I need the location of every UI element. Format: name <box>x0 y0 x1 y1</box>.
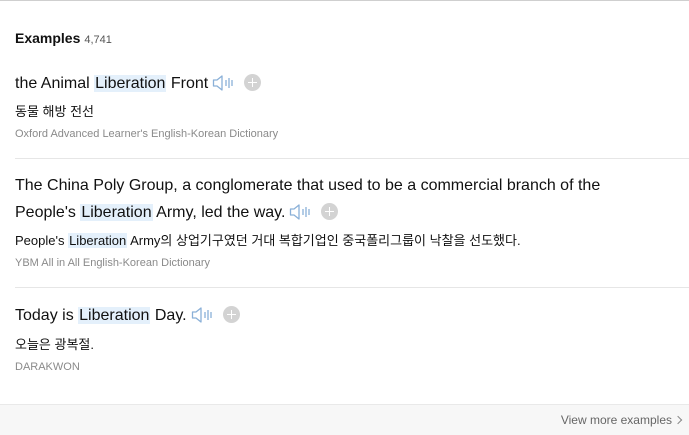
add-to-wordbook-icon[interactable] <box>244 74 262 91</box>
chevron-right-icon <box>673 415 683 425</box>
example-translation: 동물 해방 전선 <box>15 104 94 119</box>
example-translation: 오늘은 광복절. <box>15 337 94 352</box>
speaker-icon[interactable] <box>191 306 215 324</box>
sentence-text: Front <box>166 75 209 92</box>
example-sentence: Today is Liberation Day. <box>15 302 665 329</box>
example-sentence: The China Poly Group, a conglomerate tha… <box>15 172 665 226</box>
example-source: DARAKWON <box>15 361 80 373</box>
highlighted-term: Liberation <box>68 233 128 248</box>
divider <box>15 287 689 288</box>
example-source: Oxford Advanced Learner's English-Korean… <box>15 128 279 140</box>
top-border <box>0 0 689 1</box>
add-to-wordbook-icon[interactable] <box>321 203 339 220</box>
speaker-icon[interactable] <box>212 74 236 92</box>
translation-text: People's <box>15 233 69 248</box>
highlighted-term: Liberation <box>94 75 167 92</box>
speaker-icon[interactable] <box>289 203 313 221</box>
highlighted-term: Liberation <box>80 204 153 221</box>
view-more-examples-link[interactable]: View more examples <box>560 413 683 427</box>
example-translation: People's Liberation Army의 상업기구였던 거대 복합기업… <box>15 230 521 249</box>
sentence-text: the Animal <box>15 75 95 92</box>
examples-title: Examples <box>15 30 81 46</box>
examples-footer: View more examples <box>0 404 689 435</box>
highlighted-term: Liberation <box>78 307 151 324</box>
sentence-text: Day. <box>150 307 187 324</box>
sentence-text: Army, led the way. <box>152 204 286 221</box>
sentence-text: Today is <box>15 307 79 324</box>
examples-header: Examples 4,741 <box>15 30 112 48</box>
example-source: YBM All in All English-Korean Dictionary <box>15 257 211 269</box>
divider <box>15 158 689 159</box>
example-sentence: the Animal Liberation Front <box>15 70 665 97</box>
translation-text: Army의 상업기구였던 거대 복합기업인 중국폴리그룹이 낙찰을 선도했다. <box>127 233 521 248</box>
view-more-label: View more examples <box>560 413 672 427</box>
add-to-wordbook-icon[interactable] <box>222 306 240 323</box>
examples-count: 4,741 <box>84 34 112 46</box>
